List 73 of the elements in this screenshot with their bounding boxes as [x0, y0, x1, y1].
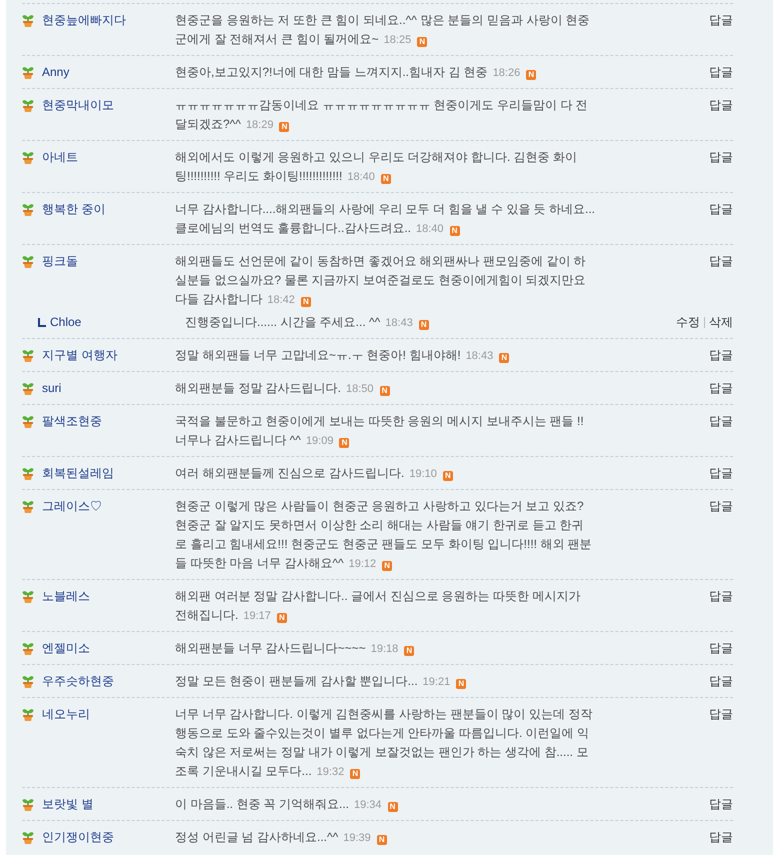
potted-plant-icon	[22, 255, 34, 268]
potted-plant-icon	[22, 349, 34, 362]
comment-text: 해외에서도 이렇게 응원하고 있으니 우리도 더강해져야 합니다. 김현중 화이팅!!!!!!!!!! 우리도 화이팅!!!!!!!!!!!!! 18:40 N	[175, 149, 578, 186]
comment-action-link[interactable]: 답글	[709, 11, 733, 30]
comment-text: 너무 너무 감사합니다. 이렇게 김현중씨를 사랑하는 팬분들이 많이 있는데 정작 행동으로 도와 줄수있는것이 별루 없다는게 안타까울 따름입니다. 이런일에 익숙치 않은 저로써는 정말 내가 이렇게 보잘것없는 팬인가 하는 생각에 참..... 모조록 기운내시길 모두다... 19:32 N	[175, 706, 594, 781]
comment-text: 해외팬분들 정말 감사드립니다. 18:50 N	[175, 379, 390, 399]
comment-text: 정말 해외팬들 너무 고맙네요~ㅠ.ㅜ 현중아! 힘내야해! 18:43 N	[175, 347, 510, 365]
author-name[interactable]: 회복된설레임	[42, 464, 114, 483]
author-name[interactable]: suri	[42, 379, 62, 398]
potted-plant-icon	[22, 203, 34, 216]
comment-action-link[interactable]: 답글	[709, 672, 733, 691]
comment-text: ㅠㅠㅠㅠㅠㅠㅠ감동이네요 ㅠㅠㅠㅠㅠㅠㅠㅠㅠ 현중이게도 우리들맘이 다 전달되겠죠?^^ 18:29 N	[175, 97, 589, 134]
comment-action-link[interactable]: 답글	[709, 497, 733, 516]
comment-text: 국적을 불문하고 현중이에게 보내는 따뜻한 응원의 메시지 보내주시는 팬들 !! 너무나 감사드립니다 ^^ 19:09 N	[175, 413, 585, 450]
author-name[interactable]: 아네트	[42, 148, 78, 167]
comment-action-link[interactable]: 답글	[709, 346, 733, 365]
potted-plant-icon	[22, 14, 34, 27]
comment-text: 이 마음들.. 현중 꼭 기억해줘요... 19:34 N	[175, 795, 398, 815]
author-name[interactable]: 현중늪에빠지다	[42, 11, 126, 30]
potted-plant-icon	[22, 798, 34, 811]
comment-action-link[interactable]: 수정	[676, 313, 700, 332]
comment-text: 해외팬 여러분 정말 감사합니다.. 글에서 진심으로 응원하는 따뜻한 메시지가 전해집니다. 19:17 N	[175, 588, 582, 625]
author-name[interactable]: 지구별 여행자	[42, 346, 118, 365]
potted-plant-icon	[22, 590, 34, 603]
author-name[interactable]: 우주슷하현중	[42, 672, 114, 691]
author-name[interactable]: 인기쟁이현중	[42, 828, 114, 847]
author-name[interactable]: 그레이스♡	[42, 497, 102, 516]
author-name[interactable]: 노블레스	[42, 587, 90, 606]
author-name[interactable]: 엔젤미소	[42, 639, 90, 658]
comment-action-link[interactable]: 답글	[709, 200, 733, 219]
comment-text: 정말 모든 현중이 팬분들께 감사할 뿐입니다... 19:21 N	[175, 673, 466, 691]
comment-text: 여러 해외팬분들께 진심으로 감사드립니다. 19:10 N	[175, 465, 453, 483]
author-name[interactable]: 보랏빛 별	[42, 795, 94, 814]
reply-corner-icon	[38, 318, 46, 327]
comment-action-link[interactable]: 답글	[709, 252, 733, 271]
comment-action-link[interactable]: 답글	[709, 96, 733, 115]
comment-action-link[interactable]: 답글	[709, 412, 733, 431]
comment-text: 해외팬분들 너무 감사드립니다~~~~ 19:18 N	[175, 640, 414, 658]
comment-action-link[interactable]: 답글	[709, 639, 733, 658]
comment-action-link[interactable]: 답글	[709, 379, 733, 398]
author-name[interactable]: 핑크돌	[42, 252, 78, 271]
potted-plant-icon	[22, 151, 34, 164]
comment-action-link[interactable]: 답글	[709, 148, 733, 167]
author-name[interactable]: 팔색조현중	[42, 412, 102, 431]
potted-plant-icon	[22, 500, 34, 513]
potted-plant-icon	[22, 675, 34, 688]
author-name[interactable]: Chloe	[50, 313, 82, 332]
comment-action-link[interactable]: 답글	[709, 464, 733, 483]
potted-plant-icon	[22, 99, 34, 112]
comment-action-link[interactable]: 답글	[709, 828, 733, 847]
comment-text: 현중아,보고있지?!너에 대한 맘들 느껴지지..힘내자 김 현중 18:26 N	[175, 64, 536, 82]
potted-plant-icon	[22, 66, 34, 79]
author-name[interactable]: 네오누리	[42, 705, 90, 724]
author-name[interactable]: Anny	[42, 63, 70, 82]
author-name[interactable]: 현중막내이모	[42, 96, 114, 115]
potted-plant-icon	[22, 831, 34, 844]
comment-action-link[interactable]: 답글	[709, 587, 733, 606]
comment-action-link[interactable]: 답글	[709, 795, 733, 814]
potted-plant-icon	[22, 382, 34, 395]
potted-plant-icon	[22, 708, 34, 721]
comment-text: 현중군 이렇게 많은 사람들이 현중군 응원하고 사랑하고 있다는거 보고 있죠? 현중군 잘 알지도 못하면서 이상한 소리 해대는 사람들 얘기 한귀로 듣고 한귀로 흘리고 힘내세요!!! 현중군도 현중군 팬들도 모두 화이팅 입니다!!!! 해외 팬분들 따뜻한 마음 너무 감사해요^^ 19:12 N	[175, 498, 593, 573]
comment-text: 현중군을 응원하는 저 또한 큰 힘이 되네요..^^ 많은 분들의 믿음과 사랑이 현중군에게 잘 전해져서 큰 힘이 될꺼에요~ 18:25 N	[175, 12, 591, 49]
author-name[interactable]: 행복한 중이	[42, 200, 106, 219]
comment-action-link[interactable]: 삭제	[709, 313, 733, 332]
potted-plant-icon	[22, 642, 34, 655]
comment-text: 너무 감사합니다....해외팬들의 사랑에 우리 모두 더 힘을 낼 수 있을 듯 하네요...클로에님의 번역도 훌륭합니다..감사드려요.. 18:40 N	[175, 201, 595, 238]
potted-plant-icon	[22, 415, 34, 428]
potted-plant-icon	[22, 467, 34, 480]
comment-action-link[interactable]: 답글	[709, 705, 733, 724]
comment-text: 정성 어린글 넘 감사하네요...^^ 19:39 N	[175, 829, 387, 847]
comment-text: 해외팬들도 선언문에 같이 동참하면 좋겠어요 해외팬싸나 팬모임중에 같이 하실분들 없으실까요? 물론 지금까지 보여준걸로도 현중이에게힘이 되겠지만요 다들 감사합니다 18:42 N	[175, 253, 587, 309]
comment-text: 진행중입니다...... 시간을 주세요... ^^ 18:43 N	[185, 314, 429, 332]
comment-action-link[interactable]: 답글	[709, 63, 733, 82]
